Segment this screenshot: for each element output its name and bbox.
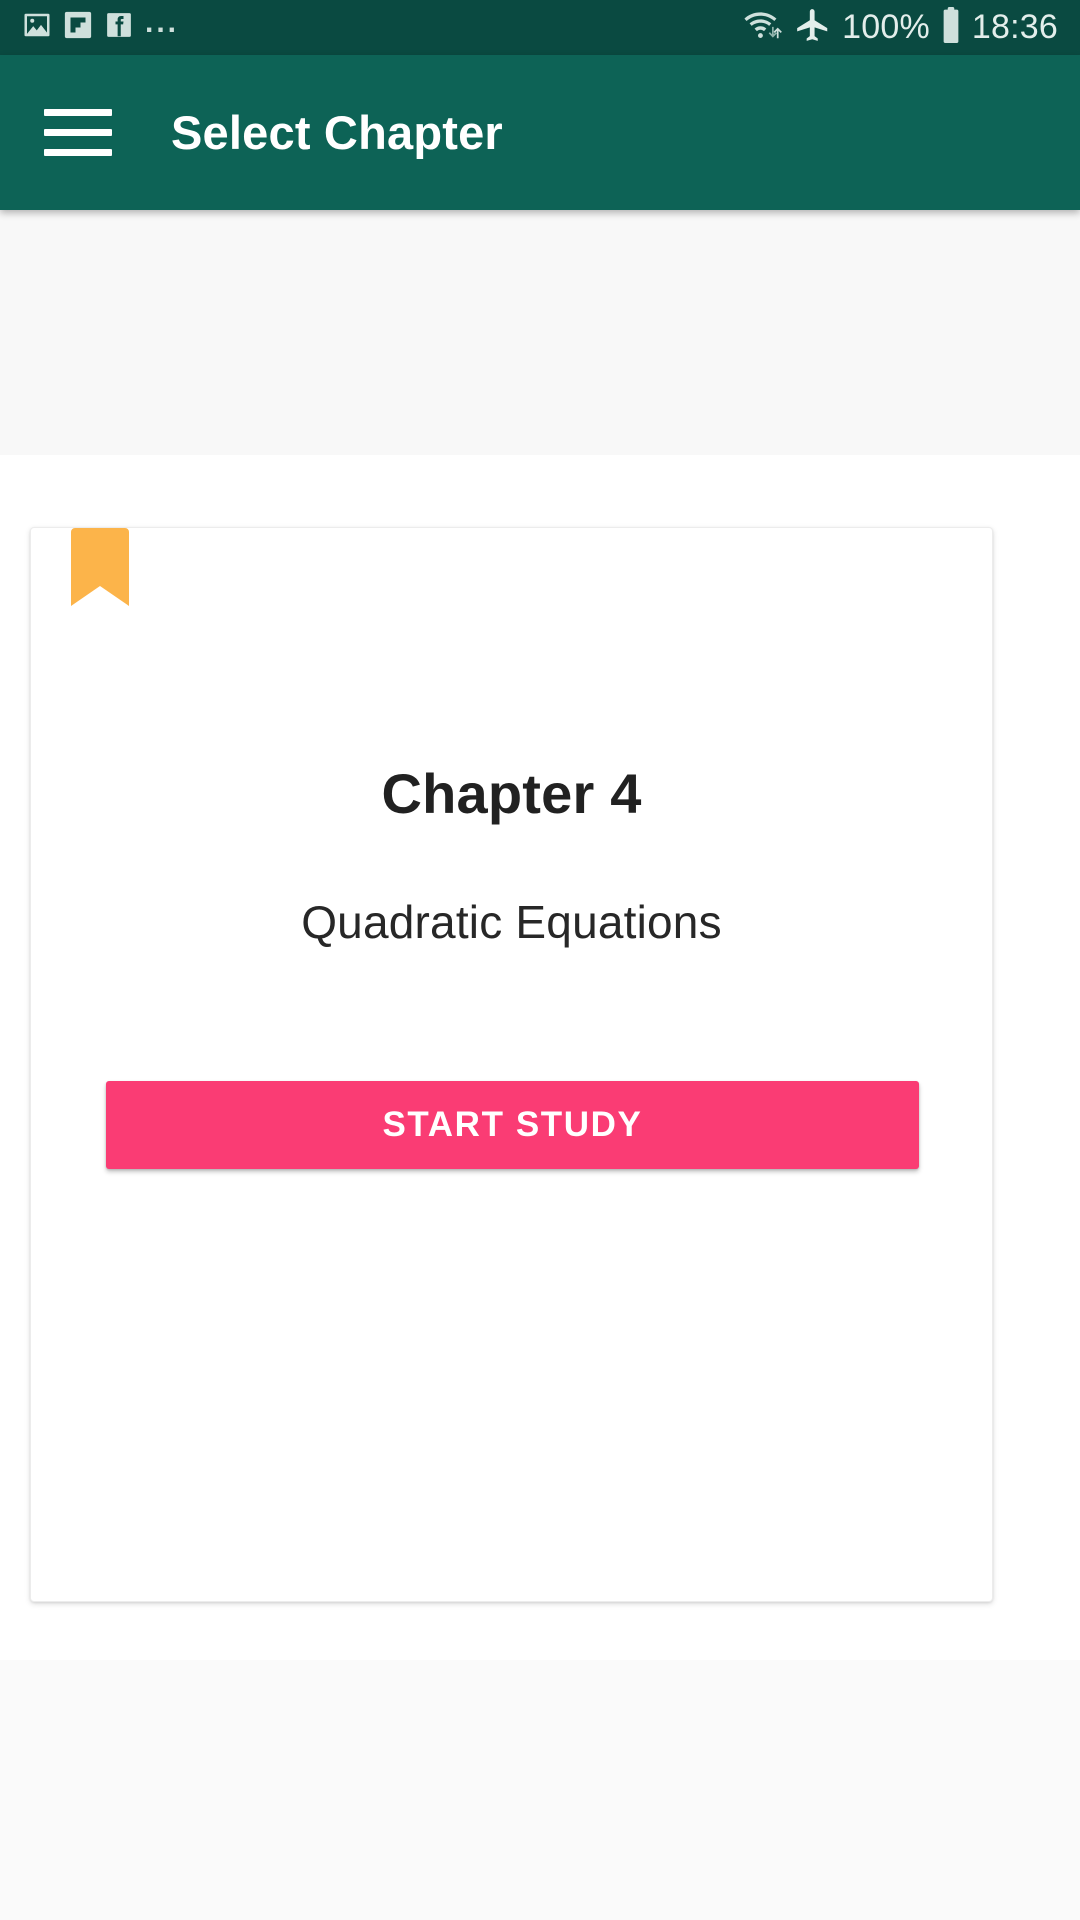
notification-overflow-dots: ... (145, 5, 180, 39)
battery-icon (940, 7, 962, 48)
flipboard-icon (63, 10, 93, 45)
battery-percent-label: 100% (842, 8, 930, 46)
menu-line (44, 149, 112, 156)
airplane-mode-icon (794, 6, 832, 49)
app-screen: ... 100% 18:36 Select Chapter Chapter 4 … (0, 0, 1080, 1920)
wifi-icon (744, 9, 784, 46)
page-title: Select Chapter (171, 106, 503, 159)
start-study-button[interactable]: START STUDY (106, 1081, 919, 1169)
chapter-name-subtitle: Quadratic Equations (301, 896, 722, 948)
gallery-icon (22, 10, 52, 45)
status-bar-notifications: ... (22, 5, 180, 45)
content-top-spacer (0, 210, 1080, 455)
status-bar: ... 100% 18:36 (0, 0, 1080, 55)
menu-line (44, 109, 112, 116)
menu-line (44, 129, 112, 136)
bookmark-ribbon-icon[interactable] (71, 528, 129, 606)
content-bottom-spacer (0, 1660, 1080, 1920)
app-bar: Select Chapter (0, 55, 1080, 210)
chapter-number-title: Chapter 4 (381, 762, 642, 825)
hamburger-menu-icon[interactable] (44, 105, 112, 161)
chapter-card[interactable]: Chapter 4 Quadratic Equations START STUD… (30, 527, 993, 1602)
clock-label: 18:36 (971, 8, 1058, 46)
status-bar-system-icons: 100% 18:36 (744, 6, 1058, 49)
facebook-icon (104, 10, 134, 45)
